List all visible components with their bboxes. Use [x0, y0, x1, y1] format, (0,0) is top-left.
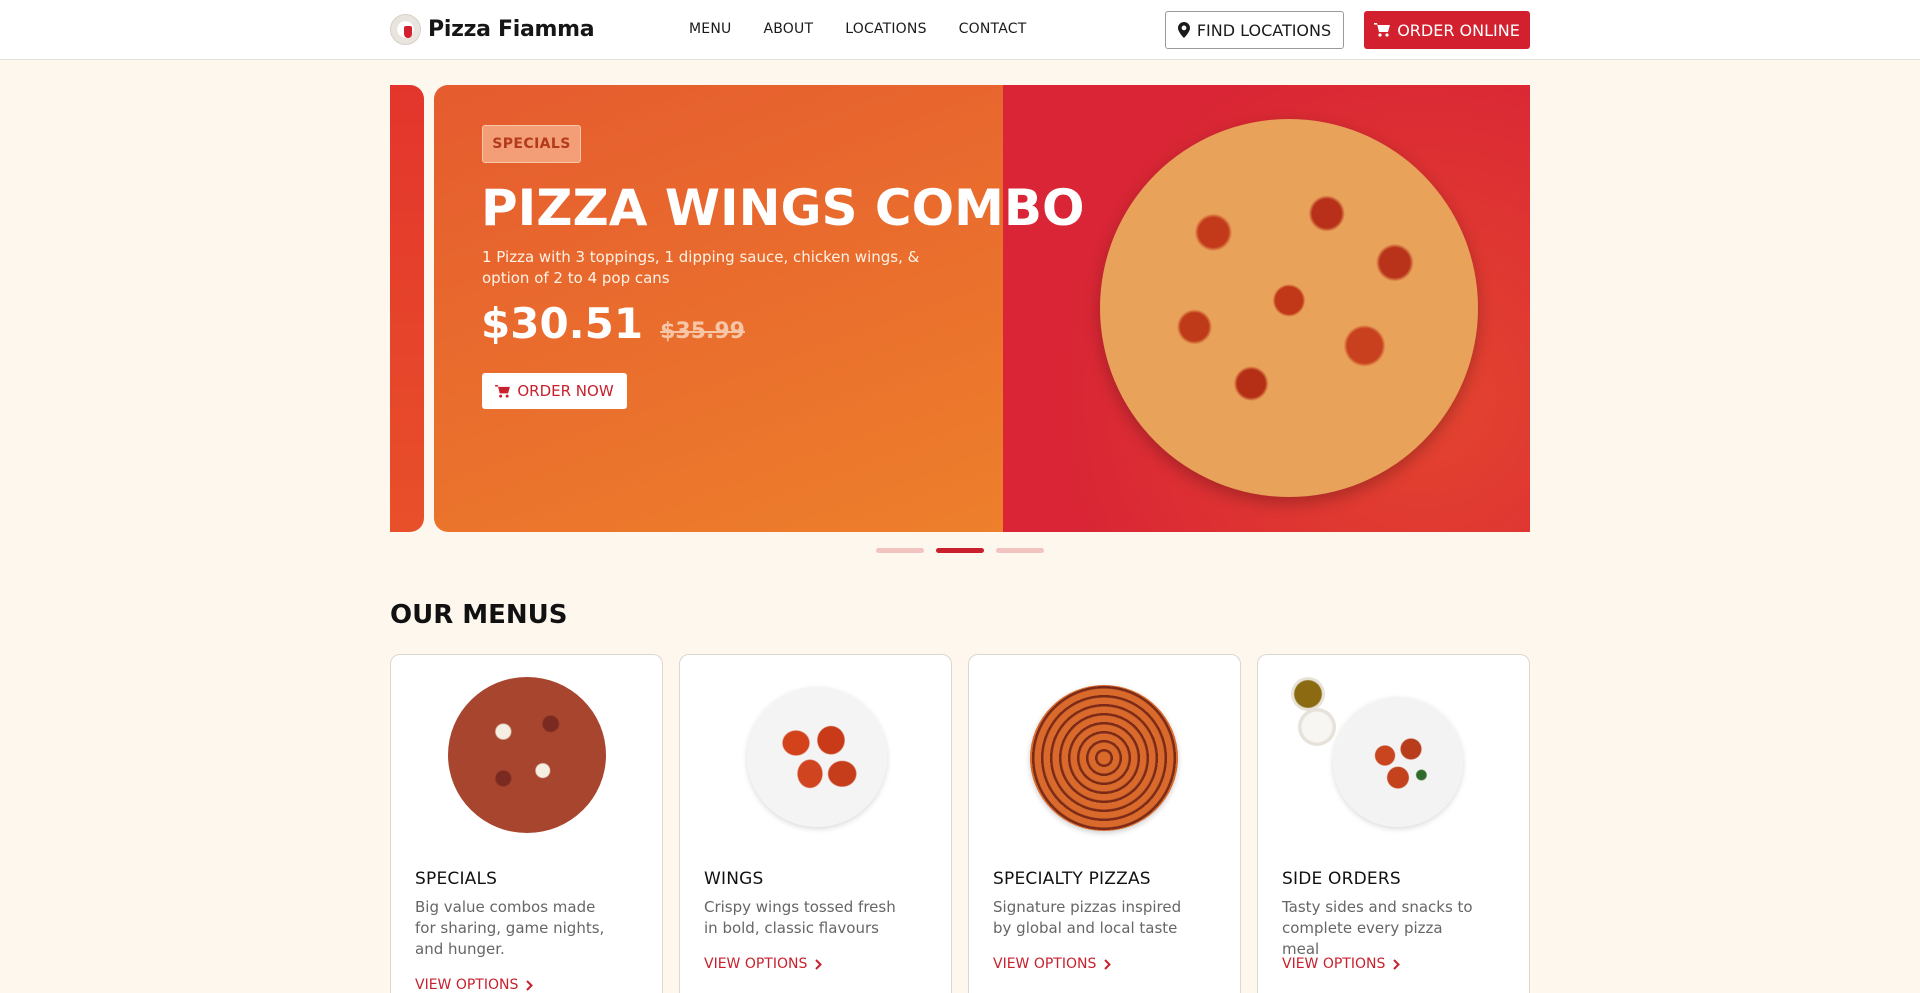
find-locations-button[interactable]: FIND LOCATIONS [1165, 11, 1344, 49]
brand-logo[interactable]: Pizza Fiamma [390, 14, 595, 45]
menu-card-side-orders[interactable]: SIDE ORDERS Tasty sides and snacks to co… [1257, 654, 1530, 993]
menu-card-specials[interactable]: SPECIALS Big value combos made for shari… [390, 654, 663, 993]
hero-title: PIZZA WINGS COMBO [481, 179, 1085, 237]
dip-ranch-image [1298, 708, 1336, 746]
card-description: Big value combos made for sharing, game … [415, 898, 605, 958]
map-pin-icon [1177, 22, 1190, 38]
nav-about[interactable]: ABOUT [763, 21, 813, 37]
cart-icon [495, 384, 511, 398]
hero-pizza-image [1100, 119, 1478, 497]
view-options-link[interactable]: VIEW OPTIONS [704, 956, 823, 972]
side-orders-image [1333, 697, 1463, 827]
carousel-dot-3[interactable] [996, 548, 1044, 553]
nav-contact[interactable]: CONTACT [959, 21, 1027, 37]
view-options-link[interactable]: VIEW OPTIONS [1282, 956, 1401, 972]
logo-mark-icon [390, 14, 421, 45]
price-row: $30.51 $35.99 [481, 299, 745, 348]
menu-card-specialty-pizzas[interactable]: SPECIALTY PIZZAS Signature pizzas inspir… [968, 654, 1241, 993]
specialty-pizza-image [1030, 685, 1178, 831]
order-online-button[interactable]: ORDER ONLINE [1364, 11, 1530, 49]
previous-slide-peek[interactable] [390, 85, 424, 532]
hero-description: 1 Pizza with 3 toppings, 1 dipping sauce… [482, 248, 920, 287]
carousel-dots [876, 548, 1044, 553]
specials-image [448, 677, 606, 833]
wings-image [747, 687, 887, 827]
view-options-label: VIEW OPTIONS [704, 956, 808, 972]
view-options-label: VIEW OPTIONS [1282, 956, 1386, 972]
carousel-dot-2[interactable] [936, 548, 984, 553]
brand-name: Pizza Fiamma [428, 17, 595, 42]
card-description: Tasty sides and snacks to complete every… [1282, 898, 1473, 958]
carousel-dot-1[interactable] [876, 548, 924, 553]
chevron-right-icon [815, 958, 823, 970]
card-title: SPECIALTY PIZZAS [993, 869, 1151, 889]
category-badge: SPECIALS [482, 125, 581, 163]
order-online-label: ORDER ONLINE [1397, 20, 1520, 40]
card-description: Signature pizzas inspired by global and … [993, 898, 1182, 937]
site-header: Pizza Fiamma MENU ABOUT LOCATIONS CONTAC… [0, 0, 1920, 60]
current-price: $30.51 [481, 299, 644, 348]
hero-slide: SPECIALS PIZZA WINGS COMBO 1 Pizza with … [434, 85, 1530, 532]
main-nav: MENU ABOUT LOCATIONS CONTACT [689, 21, 1026, 37]
nav-locations[interactable]: LOCATIONS [845, 21, 926, 37]
view-options-label: VIEW OPTIONS [993, 956, 1097, 972]
card-title: SIDE ORDERS [1282, 869, 1401, 889]
card-title: SPECIALS [415, 869, 498, 889]
dip-sauce-image [1291, 677, 1325, 711]
card-title: WINGS [704, 869, 764, 889]
view-options-link[interactable]: VIEW OPTIONS [415, 977, 534, 993]
order-now-label: ORDER NOW [517, 382, 614, 400]
menu-card-wings[interactable]: WINGS Crispy wings tossed fresh in bold,… [679, 654, 952, 993]
order-now-button[interactable]: ORDER NOW [482, 373, 627, 409]
view-options-label: VIEW OPTIONS [415, 977, 519, 993]
chevron-right-icon [1104, 958, 1112, 970]
cart-icon [1374, 23, 1391, 37]
find-locations-label: FIND LOCATIONS [1196, 20, 1332, 40]
menu-cards: SPECIALS Big value combos made for shari… [390, 654, 1530, 993]
view-options-link[interactable]: VIEW OPTIONS [993, 956, 1112, 972]
original-price: $35.99 [660, 319, 745, 344]
chevron-right-icon [1393, 958, 1401, 970]
card-description: Crispy wings tossed fresh in bold, class… [704, 898, 896, 937]
chevron-right-icon [526, 979, 534, 991]
nav-menu[interactable]: MENU [689, 21, 731, 37]
section-title-our-menus: OUR MENUS [390, 600, 568, 630]
